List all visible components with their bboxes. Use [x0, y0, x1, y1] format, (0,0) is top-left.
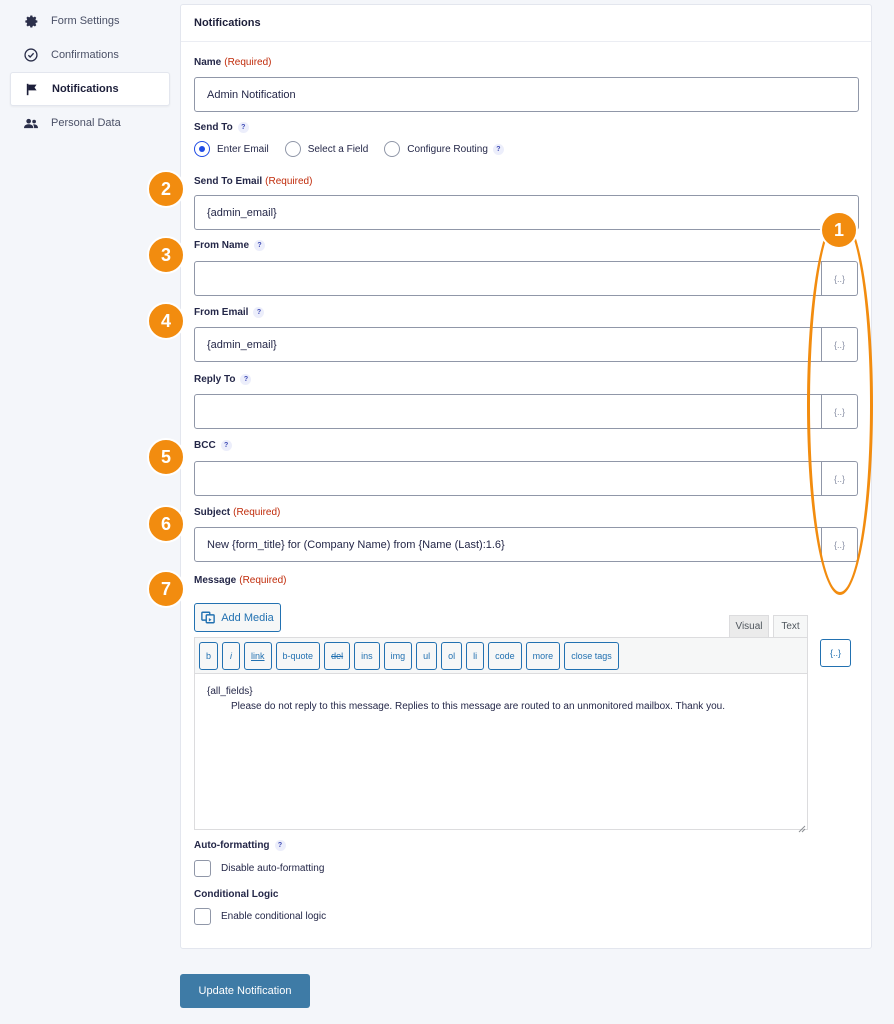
- send-to-email-input[interactable]: {admin_email}: [194, 195, 859, 230]
- radio-select-field[interactable]: Select a Field: [284, 141, 368, 157]
- message-label: Message (Required): [194, 575, 287, 586]
- enable-conditional-logic-option[interactable]: Enable conditional logic: [194, 908, 326, 925]
- bcc-input[interactable]: [194, 461, 822, 496]
- radio-configure-routing[interactable]: Configure Routing ?: [384, 141, 504, 157]
- update-notification-button[interactable]: Update Notification: [180, 974, 310, 1008]
- send-to-email-label: Send To Email (Required): [194, 176, 313, 187]
- quicktag-ol[interactable]: ol: [441, 641, 463, 670]
- quicktag-close-tags[interactable]: close tags: [564, 641, 619, 670]
- message-line: Please do not reply to this message. Rep…: [231, 701, 725, 712]
- subject-label: Subject (Required): [194, 507, 281, 518]
- name-input[interactable]: Admin Notification: [194, 77, 859, 112]
- sidebar-item-label: Notifications: [52, 83, 119, 95]
- help-icon[interactable]: ?: [240, 374, 252, 385]
- sidebar-item-label: Form Settings: [51, 15, 120, 27]
- message-textarea[interactable]: {all_fields} Please do not reply to this…: [195, 674, 807, 724]
- quicktag-li[interactable]: li: [466, 641, 485, 670]
- resize-handle-icon[interactable]: [798, 820, 806, 833]
- conditional-logic-label: Conditional Logic: [194, 889, 279, 900]
- help-icon[interactable]: ?: [237, 122, 249, 133]
- message-line: {all_fields}: [207, 686, 253, 697]
- annotation-badge-7: 7: [147, 570, 185, 608]
- help-icon[interactable]: ?: [220, 440, 232, 451]
- disable-auto-formatting-option[interactable]: Disable auto-formatting: [194, 860, 324, 877]
- radio-enter-email[interactable]: Enter Email: [194, 141, 269, 157]
- required-marker: (Required): [265, 176, 313, 187]
- help-icon[interactable]: ?: [253, 307, 265, 318]
- sidebar-item-label: Personal Data: [51, 117, 121, 129]
- annotation-badge-2: 2: [147, 170, 185, 208]
- quicktags-toolbar: b i link b-quote del ins img ul ol li co…: [195, 638, 807, 674]
- gear-icon: [24, 14, 38, 28]
- quicktag-code[interactable]: code: [488, 641, 522, 670]
- annotation-badge-5: 5: [147, 438, 185, 476]
- quicktag-blockquote[interactable]: b-quote: [275, 641, 321, 670]
- send-to-label: Send To ?: [194, 122, 249, 133]
- message-merge-tag-button[interactable]: {..}: [820, 639, 851, 667]
- settings-sidebar: Form Settings Confirmations Notification…: [10, 4, 170, 140]
- annotation-badge-1: 1: [820, 211, 858, 249]
- quicktag-bold[interactable]: b: [199, 641, 219, 670]
- help-icon[interactable]: ?: [254, 240, 266, 251]
- checkbox[interactable]: [194, 860, 211, 877]
- quicktag-img[interactable]: img: [383, 641, 413, 670]
- from-email-label: From Email ?: [194, 307, 265, 318]
- bcc-label: BCC ?: [194, 440, 232, 451]
- quicktag-italic[interactable]: i: [222, 641, 241, 670]
- required-marker: (Required): [239, 575, 287, 586]
- notification-panel: Notifications Name (Required) Admin Noti…: [180, 4, 872, 949]
- message-editor[interactable]: b i link b-quote del ins img ul ol li co…: [194, 637, 808, 833]
- sidebar-item-label: Confirmations: [51, 49, 119, 61]
- sidebar-item-confirmations[interactable]: Confirmations: [10, 38, 170, 72]
- add-media-button[interactable]: Add Media: [194, 603, 281, 632]
- subject-input[interactable]: New {form_title} for (Company Name) from…: [194, 527, 822, 562]
- media-icon: [201, 611, 216, 624]
- sidebar-item-notifications[interactable]: Notifications: [10, 72, 170, 106]
- sidebar-item-form-settings[interactable]: Form Settings: [10, 4, 170, 38]
- radio-button-checked[interactable]: [194, 141, 210, 157]
- tab-visual[interactable]: Visual: [729, 615, 769, 637]
- sidebar-item-personal-data[interactable]: Personal Data: [10, 106, 170, 140]
- quicktag-more[interactable]: more: [525, 641, 561, 670]
- quicktag-link[interactable]: link: [244, 641, 272, 670]
- help-icon[interactable]: ?: [492, 143, 504, 155]
- quicktag-del[interactable]: del: [324, 641, 351, 670]
- radio-button[interactable]: [284, 141, 301, 157]
- tab-text[interactable]: Text: [773, 615, 808, 637]
- reply-to-input[interactable]: [194, 394, 822, 429]
- annotation-badge-6: 6: [147, 505, 185, 543]
- panel-title: Notifications: [181, 5, 871, 42]
- users-icon: [24, 116, 38, 130]
- from-name-input[interactable]: [194, 261, 822, 296]
- check-circle-icon: [24, 48, 38, 62]
- radio-button[interactable]: [384, 141, 401, 157]
- quicktag-ins[interactable]: ins: [354, 641, 380, 670]
- from-email-input[interactable]: {admin_email}: [194, 327, 822, 362]
- annotation-badge-3: 3: [147, 236, 185, 274]
- auto-formatting-label: Auto-formatting ?: [194, 840, 286, 851]
- name-label: Name (Required): [194, 57, 272, 68]
- send-to-radio-group: Enter Email Select a Field Configure Rou…: [194, 141, 520, 157]
- reply-to-label: Reply To ?: [194, 374, 252, 385]
- required-marker: (Required): [224, 57, 272, 68]
- required-marker: (Required): [233, 507, 281, 518]
- checkbox[interactable]: [194, 908, 211, 925]
- from-name-label: From Name ?: [194, 240, 266, 251]
- quicktag-ul[interactable]: ul: [416, 641, 438, 670]
- flag-icon: [25, 82, 39, 96]
- annotation-ellipse: [807, 215, 873, 595]
- help-icon[interactable]: ?: [274, 840, 286, 851]
- annotation-badge-4: 4: [147, 302, 185, 340]
